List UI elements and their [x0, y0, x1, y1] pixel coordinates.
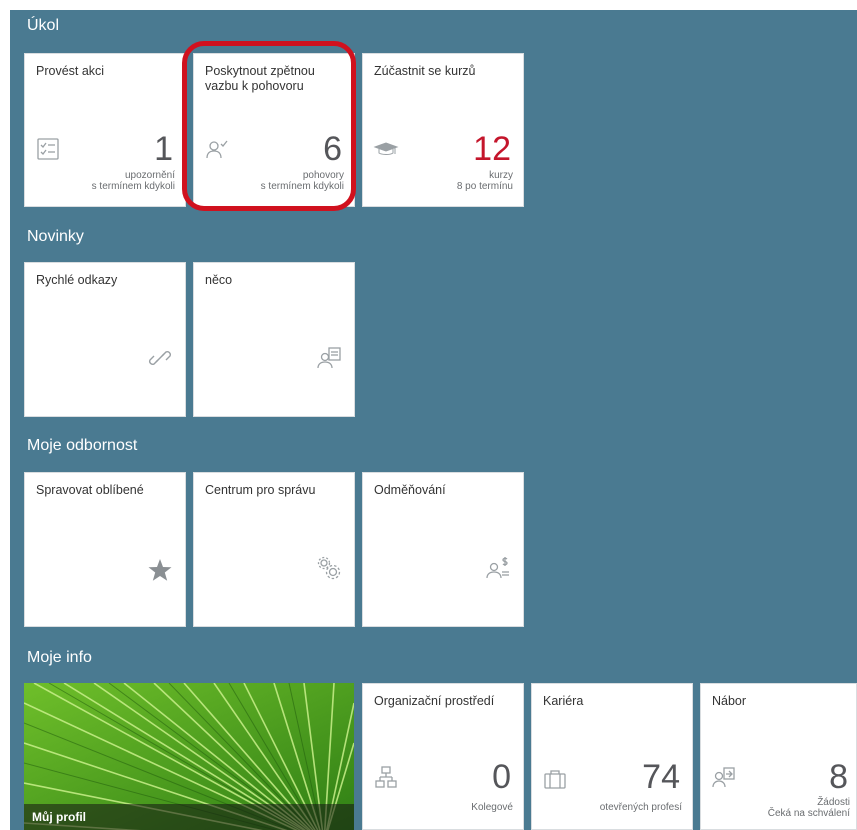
tile-count: 12	[473, 130, 511, 168]
tile-count: 1	[154, 130, 173, 168]
tile-kariera[interactable]: Kariéra 74 otevřených profesí	[531, 683, 693, 830]
tile-title: Organizační prostředí	[374, 694, 495, 708]
tile-nabor[interactable]: Nábor 8 Žádosti Čeká na schválení	[700, 683, 857, 830]
tile-subtitle: kurzy	[489, 170, 513, 181]
tile-title: Centrum pro správu	[205, 483, 316, 497]
briefcase-icon	[542, 766, 568, 792]
section-title-ukol: Úkol	[27, 17, 60, 34]
tile-odmenovani[interactable]: Odměňování	[362, 472, 524, 627]
person-dollar-icon	[485, 555, 511, 581]
section-title-odbornost: Moje odbornost	[27, 437, 138, 454]
tile-title: Spravovat oblíbené	[36, 483, 144, 497]
tile-subtitle-2: 8 po termínu	[456, 181, 513, 192]
tile-organizacni-prostredi[interactable]: Organizační prostředí 0 Kolegové	[362, 683, 524, 830]
star-icon	[147, 557, 173, 583]
tile-count: 0	[492, 758, 511, 796]
tile-count: 74	[642, 758, 680, 796]
checklist-icon	[35, 136, 61, 162]
tile-title: něco	[205, 273, 233, 287]
tile-title: Provést akci	[36, 64, 105, 78]
tile-title: Nábor	[712, 694, 747, 708]
tile-subtitle: Kolegové	[471, 802, 513, 813]
tile-rychle-odkazy[interactable]: Rychlé odkazy	[24, 262, 186, 417]
tile-subtitle-2: Čeká na schválení	[767, 808, 850, 819]
tile-title: Můj profil	[24, 804, 354, 830]
tile-subtitle: Žádosti	[817, 797, 850, 808]
gears-icon	[316, 555, 342, 581]
graduation-cap-icon	[373, 136, 399, 162]
tile-subtitle-2: s termínem kdykoli	[91, 181, 175, 192]
tile-oblibene[interactable]: Spravovat oblíbené	[24, 472, 186, 627]
tile-neco[interactable]: něco	[193, 262, 355, 417]
tile-title: Zúčastnit se kurzů	[374, 64, 476, 78]
tile-provest-akci[interactable]: Provést akci 1 upozornění s termínem kdy…	[24, 53, 186, 207]
tile-title: Kariéra	[543, 694, 584, 708]
link-icon	[147, 345, 173, 371]
person-document-icon	[316, 345, 342, 371]
highlight-ring	[182, 41, 356, 211]
section-title-info: Moje info	[27, 649, 92, 666]
org-chart-icon	[373, 764, 399, 790]
section-title-novinky: Novinky	[27, 228, 84, 245]
tile-count: 8	[829, 758, 848, 796]
tile-title: Odměňování	[374, 483, 446, 497]
tile-subtitle: otevřených profesí	[599, 802, 682, 813]
tile-muj-profil[interactable]: Můj profil	[24, 683, 354, 830]
tile-title: Rychlé odkazy	[36, 273, 118, 287]
person-arrow-icon	[711, 764, 737, 790]
tile-kurzy[interactable]: Zúčastnit se kurzů 12 kurzy 8 po termínu	[362, 53, 524, 207]
tile-centrum[interactable]: Centrum pro správu	[193, 472, 355, 627]
tile-subtitle: upozornění	[124, 170, 175, 181]
